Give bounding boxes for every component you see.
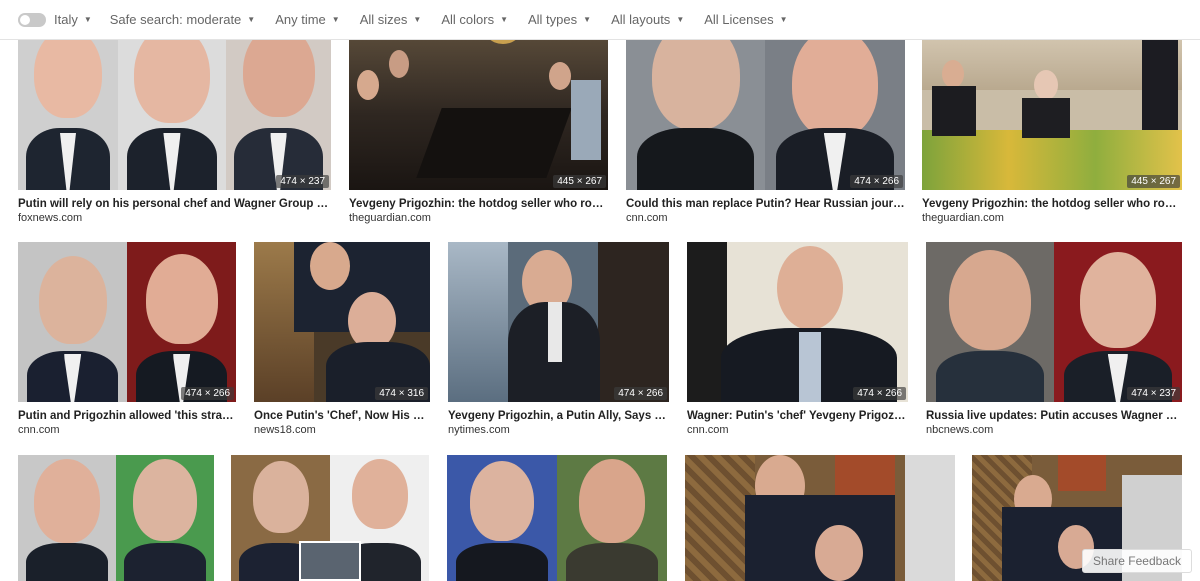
- chevron-down-icon: ▼: [583, 15, 592, 24]
- image-dimensions: 445 × 267: [553, 175, 606, 188]
- image-result[interactable]: 474 × 266 Wagner: Putin's 'chef' Yevgeny…: [687, 242, 908, 442]
- chevron-down-icon: ▼: [413, 15, 422, 24]
- image-result[interactable]: 474 × 266 Putin and Prigozhin allowed 't…: [18, 242, 236, 442]
- image-dimensions: 474 × 266: [614, 387, 667, 400]
- search-filter-bar: Italy ▼ Safe search: moderate ▼ Any time…: [0, 0, 1200, 40]
- result-source[interactable]: nytimes.com: [448, 424, 510, 436]
- chevron-down-icon: ▼: [83, 15, 92, 24]
- share-feedback-button[interactable]: Share Feedback: [1081, 549, 1192, 573]
- result-title[interactable]: Wagner: Putin's 'chef' Yevgeny Prigozhin…: [687, 410, 908, 422]
- result-thumbnail[interactable]: 474 × 266: [18, 242, 236, 402]
- result-source[interactable]: news18.com: [254, 424, 316, 436]
- license-dropdown[interactable]: All Licenses ▼: [704, 12, 787, 27]
- image-results-grid: 474 × 237 Putin will rely on his persona…: [0, 0, 1200, 581]
- image-dimensions: 474 × 237: [276, 175, 329, 188]
- chevron-down-icon: ▼: [331, 15, 340, 24]
- result-thumbnail[interactable]: [18, 455, 214, 581]
- result-thumbnail[interactable]: 474 × 316: [254, 242, 430, 402]
- image-result[interactable]: 474 × 237 Russia live updates: Putin acc…: [926, 242, 1182, 442]
- result-source[interactable]: theguardian.com: [922, 212, 1004, 224]
- result-source[interactable]: foxnews.com: [18, 212, 82, 224]
- image-result[interactable]: [231, 455, 429, 581]
- result-thumbnail[interactable]: [447, 455, 667, 581]
- result-thumbnail[interactable]: 474 × 266: [448, 242, 669, 402]
- size-dropdown[interactable]: All sizes ▼: [360, 12, 422, 27]
- image-result[interactable]: 474 × 316 Once Putin's 'Chef', Now His F…: [254, 242, 430, 442]
- result-thumbnail[interactable]: 474 × 266: [687, 242, 908, 402]
- color-label: All colors: [441, 12, 495, 27]
- image-result[interactable]: [685, 455, 955, 581]
- time-label: Any time: [275, 12, 326, 27]
- image-dimensions: 474 × 237: [1127, 387, 1180, 400]
- image-dimensions: 474 × 316: [375, 387, 428, 400]
- type-label: All types: [528, 12, 578, 27]
- result-source[interactable]: nbcnews.com: [926, 424, 993, 436]
- result-source[interactable]: theguardian.com: [349, 212, 431, 224]
- result-thumbnail[interactable]: [685, 455, 955, 581]
- image-result[interactable]: 474 × 266 Yevgeny Prigozhin, a Putin All…: [448, 242, 669, 442]
- result-title[interactable]: Yevgeny Prigozhin: the hotdog seller who…: [349, 198, 608, 210]
- safe-search-label: Safe search: moderate: [109, 12, 242, 27]
- result-title[interactable]: Russia live updates: Putin accuses Wagne…: [926, 410, 1182, 422]
- result-title[interactable]: Could this man replace Putin? Hear Russi…: [626, 198, 905, 210]
- result-thumbnail[interactable]: 474 × 237: [926, 242, 1182, 402]
- region-dropdown[interactable]: Italy ▼: [54, 12, 92, 27]
- chevron-down-icon: ▼: [247, 15, 256, 24]
- type-dropdown[interactable]: All types ▼: [528, 12, 591, 27]
- region-filter[interactable]: Italy ▼: [18, 12, 92, 27]
- result-thumbnail[interactable]: [231, 455, 429, 581]
- result-source[interactable]: cnn.com: [18, 424, 60, 436]
- result-title[interactable]: Putin and Prigozhin allowed 'this strate…: [18, 410, 236, 422]
- layout-dropdown[interactable]: All layouts ▼: [611, 12, 684, 27]
- size-label: All sizes: [359, 12, 408, 27]
- result-source[interactable]: cnn.com: [626, 212, 668, 224]
- safe-search-dropdown[interactable]: Safe search: moderate ▼: [110, 12, 255, 27]
- result-title[interactable]: Yevgeny Prigozhin: the hotdog seller who…: [922, 198, 1182, 210]
- license-label: All Licenses: [704, 12, 774, 27]
- time-dropdown[interactable]: Any time ▼: [275, 12, 340, 27]
- result-title[interactable]: Yevgeny Prigozhin, a Putin Ally, Says He…: [448, 410, 669, 422]
- chevron-down-icon: ▼: [500, 15, 508, 24]
- result-title[interactable]: Putin will rely on his personal chef and…: [18, 198, 331, 210]
- region-label: Italy: [54, 12, 78, 27]
- image-result[interactable]: [447, 455, 667, 581]
- image-result[interactable]: [18, 455, 214, 581]
- result-source[interactable]: cnn.com: [687, 424, 729, 436]
- region-toggle[interactable]: [18, 12, 46, 27]
- result-title[interactable]: Once Putin's 'Chef', Now His Fir...: [254, 410, 430, 422]
- image-dimensions: 474 × 266: [181, 387, 234, 400]
- chevron-down-icon: ▼: [676, 15, 685, 24]
- layout-label: All layouts: [611, 12, 671, 27]
- chevron-down-icon: ▼: [779, 15, 788, 24]
- image-dimensions: 445 × 267: [1127, 175, 1180, 188]
- color-dropdown[interactable]: All colors ▼: [441, 12, 508, 27]
- image-dimensions: 474 × 266: [850, 175, 903, 188]
- image-dimensions: 474 × 266: [853, 387, 906, 400]
